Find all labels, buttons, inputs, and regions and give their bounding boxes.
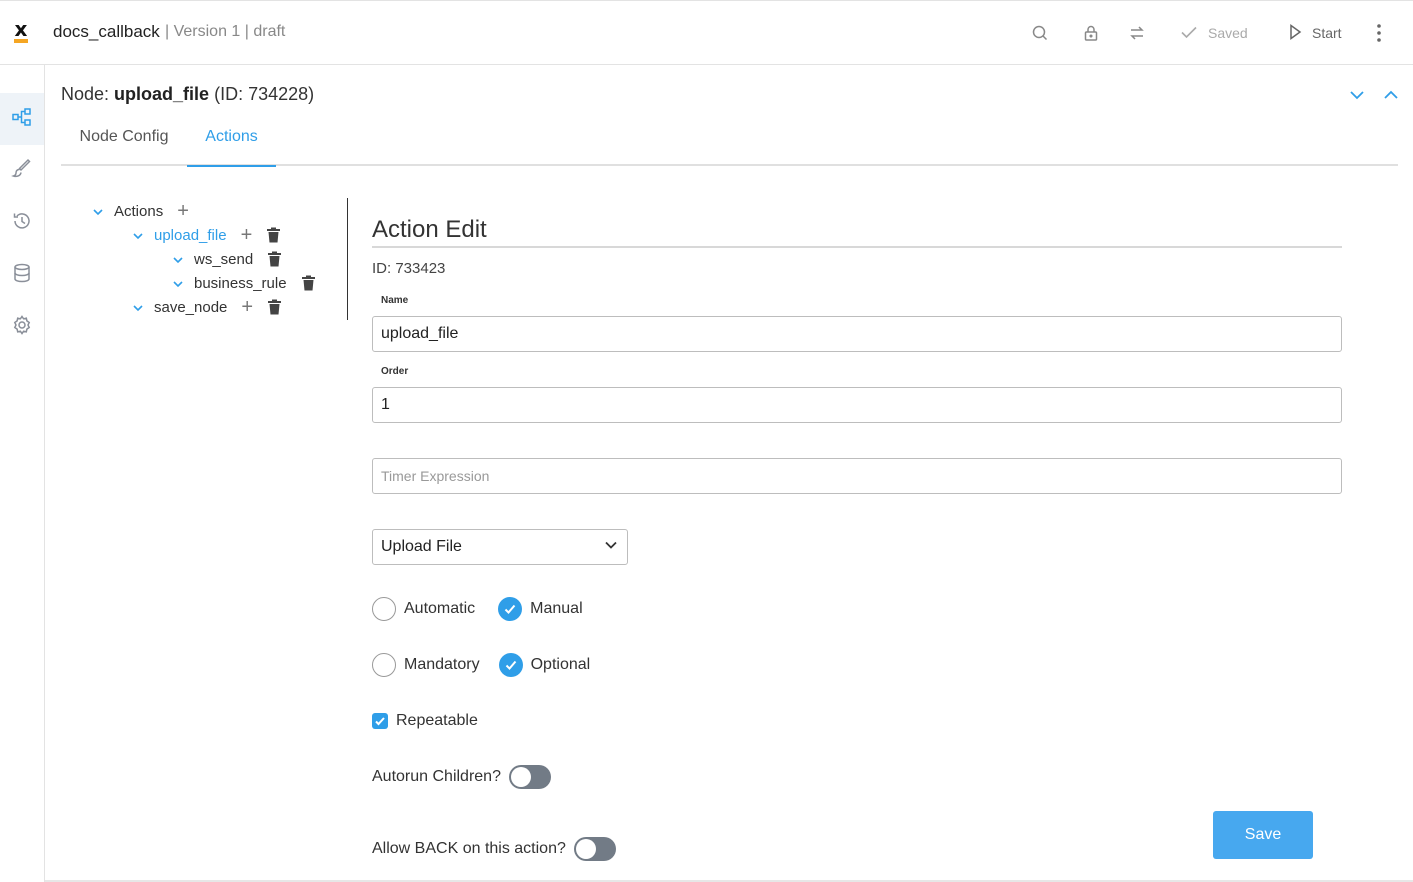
app-logo[interactable]: x <box>11 19 31 44</box>
radio-label: Manual <box>530 600 583 617</box>
node-name: upload_file <box>114 84 210 104</box>
database-icon <box>11 262 33 289</box>
order-label: Order <box>381 366 409 377</box>
order-field[interactable]: 1 <box>372 387 1342 423</box>
trash-icon[interactable] <box>267 251 282 267</box>
allow-back-label: Allow BACK on this action? <box>372 840 566 857</box>
radio-circle[interactable] <box>372 653 396 677</box>
version-subtitle: | Version 1 | draft <box>165 23 286 40</box>
order-value: 1 <box>381 396 390 413</box>
saved-status: Saved <box>1180 21 1248 45</box>
chevron-up-icon[interactable] <box>1382 86 1400 109</box>
swap-icon[interactable] <box>1127 23 1147 43</box>
kebab-icon[interactable] <box>1370 21 1388 45</box>
action-id: ID: 733423 <box>372 260 446 277</box>
tree-node-upload-file[interactable]: upload_file + <box>132 224 281 246</box>
name-label: Name <box>381 295 409 306</box>
sidebar-item-data[interactable] <box>0 249 44 301</box>
autorun-children-row: Autorun Children? <box>372 764 551 790</box>
node-tabs: Node Config Actions <box>61 118 1398 167</box>
tree-label: upload_file <box>154 226 227 244</box>
chevron-down-icon[interactable] <box>132 301 144 313</box>
trigger-radio-group: Automatic Manual <box>372 596 583 622</box>
requirement-radio-group: Mandatory Optional <box>372 652 590 678</box>
start-label: Start <box>1312 25 1342 41</box>
name-value: upload_file <box>381 325 459 342</box>
add-icon[interactable]: + <box>241 225 253 245</box>
saved-label: Saved <box>1208 25 1248 41</box>
app-title: docs_callback <box>53 22 160 41</box>
tree-node-business-rule[interactable]: business_rule <box>172 272 316 294</box>
radio-label: Optional <box>530 656 591 673</box>
trash-icon[interactable] <box>301 275 316 291</box>
action-type-select[interactable]: Upload File <box>372 529 628 565</box>
trash-icon[interactable] <box>267 299 282 315</box>
chevron-down-icon[interactable] <box>132 229 144 241</box>
sidebar-item-theme[interactable] <box>0 145 44 197</box>
chevron-down-icon[interactable] <box>92 205 104 217</box>
flow-diagram-icon <box>11 106 33 133</box>
radio-label: Automatic <box>404 600 476 617</box>
tree-node-save-node[interactable]: save_node + <box>132 296 282 318</box>
lock-icon[interactable] <box>1081 23 1101 43</box>
radio-label: Mandatory <box>404 656 480 673</box>
repeatable-label: Repeatable <box>396 712 478 729</box>
history-icon <box>11 210 33 237</box>
tree-label: ws_send <box>194 250 254 268</box>
chevron-down-icon[interactable] <box>1348 86 1366 109</box>
autorun-label: Autorun Children? <box>372 768 501 785</box>
gear-icon <box>11 314 33 341</box>
autorun-toggle[interactable] <box>508 765 551 789</box>
actions-tree: Actions + upload_file + ws_send business… <box>80 198 348 320</box>
left-sidebar <box>0 65 45 882</box>
repeatable-checkbox-row[interactable]: Repeatable <box>372 710 478 732</box>
radio-mandatory[interactable]: Mandatory <box>372 653 480 677</box>
radio-checked-icon[interactable] <box>498 597 523 621</box>
timer-expression-field[interactable]: Timer Expression <box>372 458 1342 494</box>
tree-node-ws-send[interactable]: ws_send <box>172 248 282 270</box>
brush-icon <box>11 158 33 185</box>
checkbox-checked-icon[interactable] <box>372 713 388 729</box>
chevron-down-icon[interactable] <box>172 277 184 289</box>
sidebar-item-settings[interactable] <box>0 301 44 353</box>
radio-automatic[interactable]: Automatic <box>372 597 475 621</box>
search-icon[interactable] <box>1030 23 1050 43</box>
chevron-down-icon <box>603 537 619 558</box>
node-id: (ID: 734228) <box>214 84 315 104</box>
add-icon[interactable]: + <box>241 297 253 317</box>
action-type-value: Upload File <box>381 538 462 555</box>
top-bar: x docs_callback | Version 1 | draft Save… <box>0 0 1413 65</box>
action-edit-heading: Action Edit <box>372 216 1342 248</box>
allow-back-row: Allow BACK on this action? <box>372 836 616 862</box>
tree-label: business_rule <box>194 274 287 292</box>
name-field[interactable]: upload_file <box>372 316 1342 352</box>
tree-label: Actions <box>114 202 164 220</box>
tab-actions[interactable]: Actions <box>187 118 276 167</box>
add-icon[interactable]: + <box>177 201 189 221</box>
radio-checked-icon[interactable] <box>498 653 523 677</box>
trash-icon[interactable] <box>266 227 281 243</box>
sidebar-item-history[interactable] <box>0 197 44 249</box>
chevron-down-icon[interactable] <box>172 253 184 265</box>
radio-circle[interactable] <box>372 597 396 621</box>
radio-manual[interactable]: Manual <box>498 597 583 621</box>
tree-label: save_node <box>154 298 228 316</box>
node-title-prefix: Node: <box>61 84 115 104</box>
app-root: x docs_callback | Version 1 | draft Save… <box>0 0 1413 882</box>
save-button[interactable]: Save <box>1213 811 1313 859</box>
start-button[interactable]: Start <box>1288 21 1342 45</box>
timer-placeholder: Timer Expression <box>381 468 490 484</box>
allow-back-toggle[interactable] <box>573 837 616 861</box>
check-icon <box>1180 23 1198 44</box>
sidebar-item-flow[interactable] <box>0 93 44 145</box>
tree-node-actions[interactable]: Actions + <box>92 200 189 222</box>
radio-optional[interactable]: Optional <box>498 653 591 677</box>
node-title: Node: upload_file (ID: 734228) <box>61 84 314 105</box>
tab-node-config[interactable]: Node Config <box>61 118 187 166</box>
panel-collapse-controls <box>1348 86 1400 109</box>
play-icon <box>1288 23 1302 44</box>
